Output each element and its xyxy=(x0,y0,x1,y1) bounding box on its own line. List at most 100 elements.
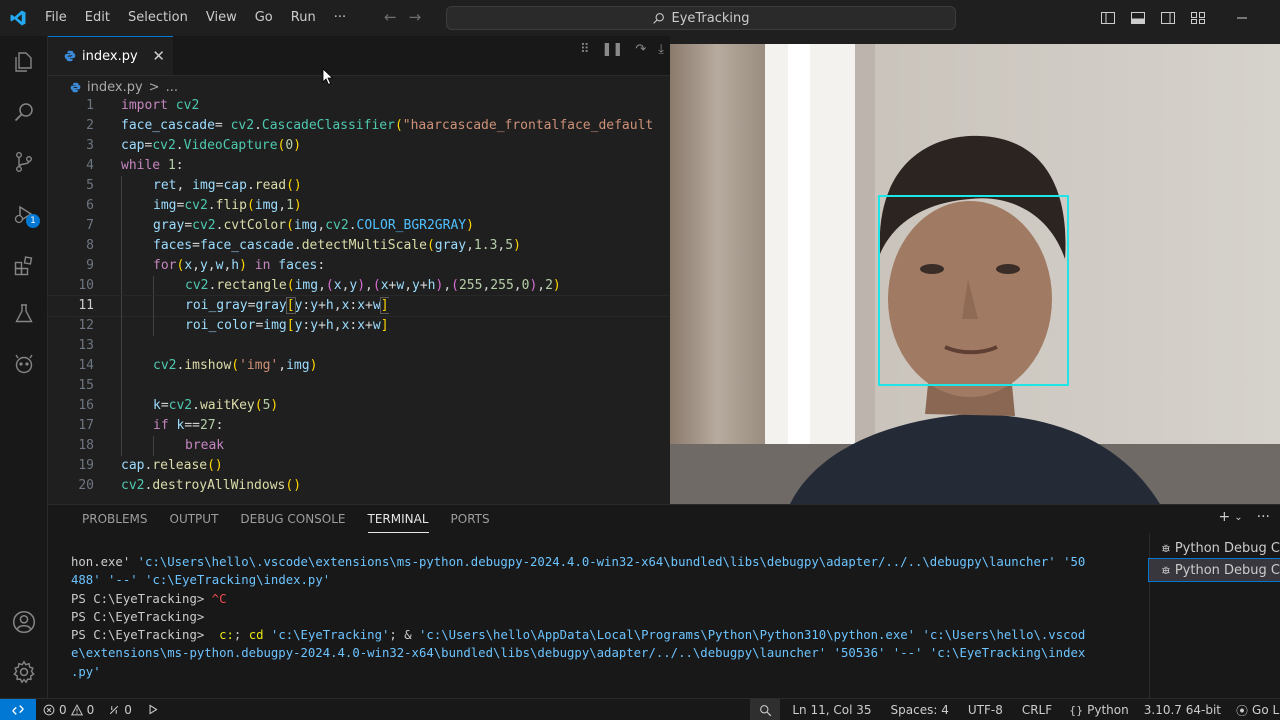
ports-status[interactable]: 0 xyxy=(101,703,139,717)
status-bar-right: Ln 11, Col 35 Spaces: 4 UTF-8 CRLF {} Py… xyxy=(750,699,1280,720)
run-debug-icon[interactable]: 1 xyxy=(0,190,48,238)
minimize-icon[interactable] xyxy=(1234,10,1250,26)
search-icon[interactable] xyxy=(0,88,48,136)
python-interpreter[interactable]: 3.10.7 64-bit xyxy=(1136,703,1228,717)
indent-guide xyxy=(153,296,154,316)
code-line[interactable]: 11 roi_gray=gray[y:y+h,x:x+w] xyxy=(47,295,671,317)
tab-output[interactable]: OUTPUT xyxy=(159,505,230,533)
manage-gear-icon[interactable] xyxy=(0,648,48,696)
breadcrumb-more[interactable]: ... xyxy=(166,80,178,95)
customize-layout-icon[interactable] xyxy=(1190,10,1206,26)
menu-item-edit[interactable]: Edit xyxy=(76,0,119,36)
menu-item-more[interactable]: ··· xyxy=(325,0,355,36)
cursor-position[interactable]: Ln 11, Col 35 xyxy=(780,703,878,717)
remote-indicator-icon[interactable] xyxy=(0,698,36,720)
code-line[interactable]: 5 ret, img=cap.read() xyxy=(48,176,670,196)
line-number: 6 xyxy=(86,198,94,213)
more-actions-icon[interactable]: ··· xyxy=(1257,509,1270,527)
code-line[interactable]: 10 cv2.rectangle(img,(x,y),(x+w,y+h),(255… xyxy=(48,276,670,296)
code-line[interactable]: 16 k=cv2.waitKey(5) xyxy=(48,396,670,416)
code-line[interactable]: 2 face_cascade= cv2.CascadeClassifier("ha… xyxy=(48,116,670,136)
code-line[interactable]: 7 gray=cv2.cvtColor(img,cv2.COLOR_BGR2GRA… xyxy=(48,216,670,236)
menu-item-file[interactable]: File xyxy=(36,0,76,36)
accounts-icon[interactable] xyxy=(0,598,48,646)
code-text: for(x,y,w,h) in faces: xyxy=(153,258,326,273)
encoding-status[interactable]: UTF-8 xyxy=(956,703,1010,717)
editor-area: index.py ✕ ⠿ ❚❚ ↷ ⤓ index.py > ... 1 impo… xyxy=(47,36,671,498)
zoom-icon[interactable] xyxy=(750,699,781,720)
code-editor[interactable]: 1 import cv2 2 face_cascade= cv2.CascadeCla… xyxy=(47,96,671,496)
source-control-icon[interactable] xyxy=(0,138,48,186)
indent-guide xyxy=(121,296,122,316)
toggle-secondary-sidebar-icon[interactable] xyxy=(1160,10,1176,26)
code-line[interactable]: 1 import cv2 xyxy=(48,96,670,116)
code-line[interactable]: 9 for(x,y,w,h) in faces: xyxy=(48,256,670,276)
warning-count: 0 xyxy=(86,702,95,717)
new-terminal-icon[interactable]: + xyxy=(1219,509,1231,527)
code-line[interactable]: 12 roi_color=img[y:y+h,x:x+w] xyxy=(48,316,670,336)
terminal-line: PS C:\EyeTracking> ^C xyxy=(71,591,227,606)
menu-item-view[interactable]: View xyxy=(197,0,246,36)
warning-icon xyxy=(70,703,83,715)
terminal-instance[interactable]: Python Debug C xyxy=(1149,537,1280,559)
breadcrumb-file[interactable]: index.py xyxy=(87,80,143,95)
code-text: while 1: xyxy=(121,158,184,173)
tab-debug-console[interactable]: DEBUG CONSOLE xyxy=(229,505,356,533)
code-line[interactable]: 19 cap.release() xyxy=(48,456,670,476)
indent-guide xyxy=(153,316,154,336)
problems-status[interactable]: 0 0 xyxy=(36,703,101,717)
command-center-search[interactable]: EyeTracking xyxy=(446,6,956,30)
drag-handle-icon[interactable]: ⠿ xyxy=(580,42,590,57)
tab-terminal[interactable]: TERMINAL xyxy=(357,505,440,533)
terminal-output[interactable]: hon.exe' 'c:\Users\hello\.vscode\extensi… xyxy=(71,553,1129,681)
language-mode[interactable]: {} Python xyxy=(1059,703,1136,717)
step-into-icon[interactable]: ⤓ xyxy=(658,42,664,57)
code-line[interactable]: 13 xyxy=(48,336,670,356)
code-line[interactable]: 6 img=cv2.flip(img,1) xyxy=(48,196,670,216)
forward-arrow-icon[interactable]: → xyxy=(409,8,422,26)
code-line[interactable]: 8 faces=face_cascade.detectMultiScale(gra… xyxy=(48,236,670,256)
indent-guide xyxy=(121,316,122,336)
terminal-line: e\extensions\ms-python.debugpy-2024.4.0-… xyxy=(71,646,1086,661)
back-arrow-icon[interactable]: ← xyxy=(384,8,397,26)
explorer-icon[interactable] xyxy=(0,38,48,86)
eol-status[interactable]: CRLF xyxy=(1010,703,1059,717)
menu-item-selection[interactable]: Selection xyxy=(119,0,197,36)
pause-icon[interactable]: ❚❚ xyxy=(602,42,624,57)
extensions-icon[interactable] xyxy=(0,242,48,290)
tab-close-icon[interactable]: ✕ xyxy=(152,47,165,65)
copilot-icon[interactable] xyxy=(0,340,48,388)
line-number: 8 xyxy=(86,238,94,253)
code-line[interactable]: 20 cv2.destroyAllWindows() xyxy=(48,476,670,496)
toggle-panel-icon[interactable] xyxy=(1130,10,1146,26)
chevron-down-icon[interactable]: ⌄ xyxy=(1234,509,1242,527)
code-line[interactable]: 17 if k==27: xyxy=(48,416,670,436)
code-line[interactable]: 18 break xyxy=(48,436,670,456)
code-text: cap=cv2.VideoCapture(0) xyxy=(121,138,302,153)
camera-feed-window xyxy=(670,44,1280,504)
menu-item-go[interactable]: Go xyxy=(246,0,282,36)
indentation-status[interactable]: Spaces: 4 xyxy=(879,703,956,717)
code-line[interactable]: 3 cap=cv2.VideoCapture(0) xyxy=(48,136,670,156)
go-live-button[interactable]: ⦿ Go Li xyxy=(1228,702,1280,719)
terminal-instance-label: Python Debug C xyxy=(1174,540,1280,556)
tab-index-py[interactable]: index.py ✕ xyxy=(48,36,173,75)
menu-item-run[interactable]: Run xyxy=(282,0,325,36)
debug-launch-status[interactable] xyxy=(139,703,166,716)
terminal-instance[interactable]: Python Debug C xyxy=(1148,558,1280,582)
tab-problems[interactable]: PROBLEMS xyxy=(71,505,159,533)
indent-guide xyxy=(121,376,122,396)
line-number: 14 xyxy=(78,358,94,373)
code-text: cv2.destroyAllWindows() xyxy=(121,478,302,493)
code-line[interactable]: 14 cv2.imshow('img',img) xyxy=(48,356,670,376)
code-line[interactable]: 4 while 1: xyxy=(48,156,670,176)
toggle-primary-sidebar-icon[interactable] xyxy=(1100,10,1116,26)
tab-ports[interactable]: PORTS xyxy=(440,505,501,533)
indent-guide xyxy=(153,436,154,456)
testing-icon[interactable] xyxy=(0,290,48,338)
step-over-icon[interactable]: ↷ xyxy=(635,42,646,57)
code-line[interactable]: 15 xyxy=(48,376,670,396)
line-number: 4 xyxy=(86,158,94,173)
face-detection-rectangle xyxy=(878,195,1069,386)
